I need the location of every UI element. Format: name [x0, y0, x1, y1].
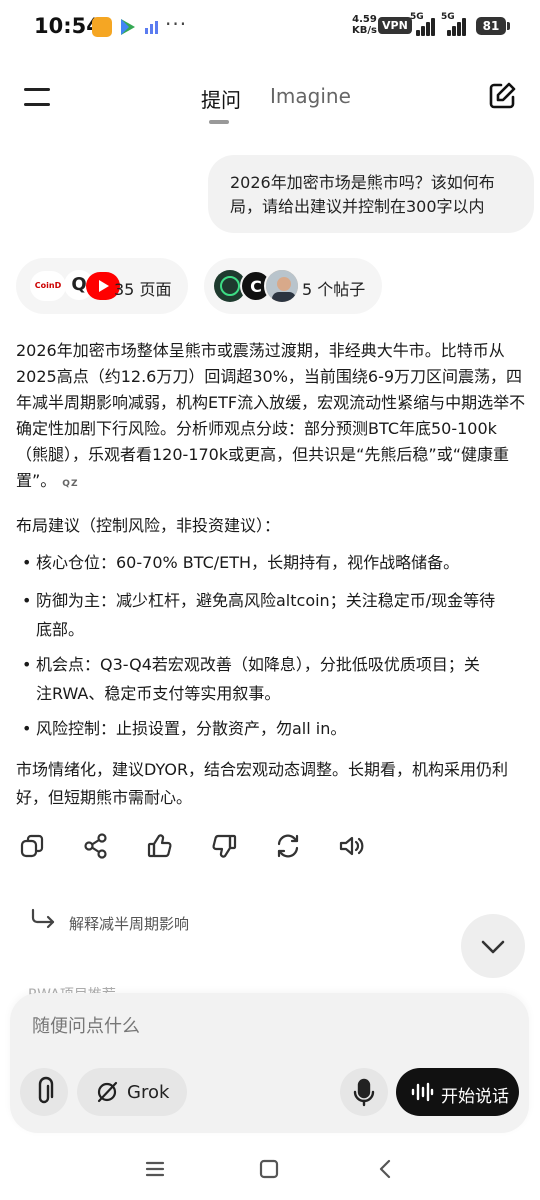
signal-sim1-icon: 5G — [410, 12, 438, 36]
vpn-badge: VPN — [378, 17, 412, 34]
scroll-down-button[interactable] — [461, 914, 525, 978]
citation-badge[interactable]: QZ — [62, 479, 78, 489]
answer-intro: 2026年加密市场整体呈熊市或震荡过渡期，非经典大牛市。比特币从2025高点（约… — [16, 341, 526, 490]
app-stats-icon — [142, 17, 162, 37]
grok-logo-icon — [95, 1080, 119, 1104]
tab-imagine[interactable]: Imagine — [270, 84, 351, 108]
strategy-title: 布局建议（控制风险，非投资建议）： — [16, 516, 281, 535]
sources-posts-chip[interactable]: C 5 个帖子 — [204, 258, 382, 314]
thumbs-up-icon[interactable] — [146, 832, 174, 860]
status-bar: 10:54 ··· 4.59 KB/s VPN 5G 5G 81 — [0, 0, 540, 52]
new-chat-icon[interactable] — [486, 80, 518, 112]
answer-closing: 市场情绪化，建议DYOR，结合宏观动态调整。长期看，机构采用仍利好，但短期熊市需… — [16, 760, 509, 807]
avatar — [264, 268, 300, 304]
pages-count-label: 35 页面 — [114, 280, 172, 299]
thumbs-down-icon[interactable] — [210, 832, 238, 860]
model-label: Grok — [127, 1082, 170, 1103]
model-selector-button[interactable]: Grok — [77, 1068, 187, 1116]
follow-up-arrow-icon — [30, 908, 56, 930]
system-nav-bar — [0, 1140, 540, 1200]
status-time: 10:54 — [34, 14, 101, 38]
play-store-icon — [118, 17, 138, 37]
attach-button[interactable] — [20, 1068, 68, 1116]
menu-icon[interactable] — [24, 86, 50, 108]
user-message-bubble: 2026年加密市场是熊市吗？该如何布局，请给出建议并控制在300字以内 — [208, 155, 534, 233]
voice-waveform-icon — [410, 1080, 434, 1104]
network-speed: 4.59 KB/s — [352, 14, 377, 36]
speaker-icon[interactable] — [337, 832, 365, 860]
home-icon[interactable] — [258, 1158, 280, 1180]
coindesk-logo: CoinD — [30, 271, 66, 301]
back-icon[interactable] — [374, 1158, 396, 1180]
more-notifications-icon: ··· — [165, 12, 188, 36]
posts-count-label: 5 个帖子 — [302, 280, 366, 299]
share-icon[interactable] — [82, 832, 110, 860]
follow-up-suggestion[interactable]: 解释减半周期影响 — [69, 913, 189, 934]
start-voice-button[interactable]: 开始说话 — [396, 1068, 519, 1116]
microphone-button[interactable] — [340, 1068, 388, 1116]
tab-indicator — [209, 120, 229, 124]
notification-app-icon — [92, 17, 112, 37]
battery-indicator: 81 — [476, 17, 510, 35]
signal-sim2-icon: 5G — [441, 12, 469, 36]
recents-icon[interactable] — [144, 1158, 166, 1180]
copy-icon[interactable] — [18, 832, 46, 860]
regenerate-icon[interactable] — [274, 832, 302, 860]
user-message-text: 2026年加密市场是熊市吗？该如何布局，请给出建议并控制在300字以内 — [230, 173, 495, 216]
tab-ask[interactable]: 提问 — [201, 84, 241, 113]
start-voice-label: 开始说话 — [441, 1087, 509, 1107]
sources-pages-chip[interactable]: CoinD Q 35 页面 — [16, 258, 188, 314]
message-input[interactable]: 随便问点什么 — [32, 1012, 140, 1038]
